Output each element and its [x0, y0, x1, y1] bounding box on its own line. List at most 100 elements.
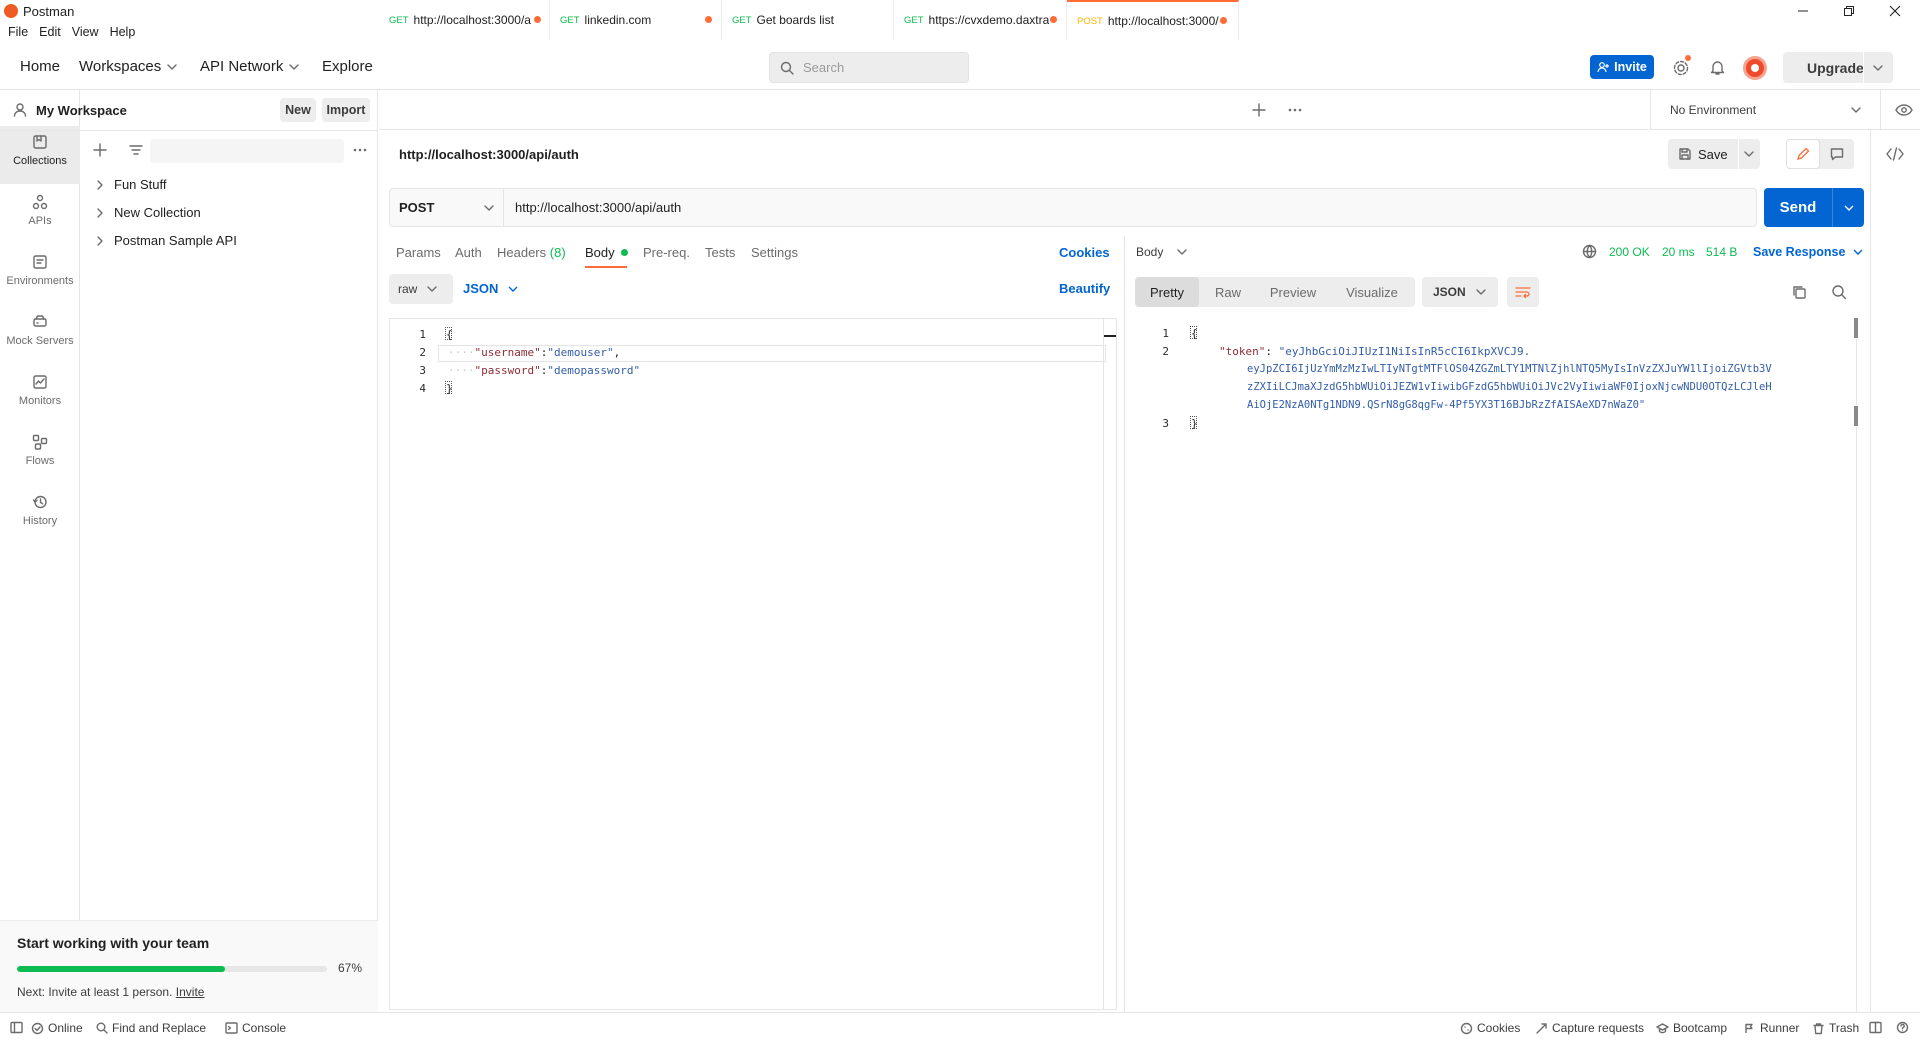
settings-button[interactable] [1672, 55, 1691, 77]
toggle-sidebar-button[interactable] [10, 1021, 23, 1034]
cookies-link[interactable]: Cookies [1059, 245, 1110, 260]
view-pretty[interactable]: Pretty [1135, 277, 1199, 307]
send-button[interactable]: Send [1764, 188, 1864, 227]
tab-auth[interactable]: Auth [455, 245, 482, 260]
tab-headers[interactable]: Headers (8) [497, 245, 566, 260]
team-progress-fill [17, 966, 225, 972]
collection-search-input[interactable] [150, 139, 344, 163]
view-raw[interactable]: Raw [1203, 277, 1253, 307]
editor-scrollbar-track[interactable] [1103, 319, 1104, 1009]
response-format-selector[interactable]: JSON [1422, 277, 1498, 307]
nav-home[interactable]: Home [20, 58, 60, 75]
rail-collections[interactable]: Collections [0, 126, 80, 184]
find-replace-button[interactable]: Find and Replace [96, 1021, 206, 1035]
rail-history[interactable]: History [0, 486, 80, 544]
filter-button[interactable] [129, 143, 143, 157]
body-mode-selector[interactable]: raw [389, 274, 453, 304]
rail-environments[interactable]: Environments [0, 246, 80, 304]
rail-mock-servers[interactable]: Mock Servers [0, 306, 80, 364]
code-brace-open: { [446, 328, 453, 341]
url-input[interactable]: http://localhost:3000/api/auth [515, 200, 681, 215]
tab-settings[interactable]: Settings [751, 245, 798, 260]
capture-requests-button[interactable]: Capture requests [1535, 1021, 1644, 1035]
response-scrollbar-thumb[interactable] [1854, 318, 1858, 338]
workspace-name[interactable]: My Workspace [36, 103, 127, 118]
body-language-selector[interactable]: JSON [463, 281, 518, 296]
upgrade-button[interactable]: Upgrade [1783, 52, 1893, 83]
view-preview[interactable]: Preview [1257, 277, 1329, 307]
search-icon [96, 1022, 108, 1034]
response-time[interactable]: 20 ms [1662, 245, 1695, 259]
nav-api-network[interactable]: API Network [200, 58, 300, 75]
tab-tests[interactable]: Tests [705, 245, 735, 260]
save-response-button[interactable]: Save Response [1753, 245, 1863, 259]
help-button[interactable] [1896, 1021, 1909, 1034]
wrap-lines-button[interactable] [1507, 277, 1539, 307]
collection-item[interactable]: Fun Stuff [96, 177, 167, 192]
search-response-button[interactable] [1831, 284, 1847, 300]
chevron-down-icon[interactable] [1844, 203, 1854, 213]
online-status[interactable]: Online [31, 1021, 83, 1035]
network-info-button[interactable] [1582, 244, 1597, 259]
invite-button[interactable]: Invite [1590, 55, 1654, 79]
request-name[interactable]: http://localhost:3000/api/auth [399, 147, 579, 162]
tab-options-button[interactable] [1287, 104, 1303, 116]
nav-workspaces[interactable]: Workspaces [79, 58, 177, 75]
add-collection-button[interactable] [93, 143, 107, 157]
request-tab[interactable]: GET linkedin.com [550, 0, 722, 40]
new-tab-button[interactable] [1252, 103, 1266, 117]
view-visualize[interactable]: Visualize [1332, 277, 1412, 307]
rail-apis[interactable]: APIs [0, 186, 80, 244]
console-button[interactable]: Console [225, 1021, 286, 1035]
runner-button[interactable]: Runner [1743, 1021, 1799, 1035]
request-tab-active[interactable]: POST http://localhost:3000/ [1067, 0, 1239, 40]
collection-item[interactable]: New Collection [96, 205, 201, 220]
search-input[interactable]: Search [769, 52, 969, 83]
response-body-viewer[interactable]: 1 2 3 { "token": "eyJhbGciOiJIUzI1NiIsIn… [1124, 318, 1870, 1012]
menu-help[interactable]: Help [110, 22, 141, 44]
comment-mode-button[interactable] [1820, 139, 1854, 169]
nav-explore[interactable]: Explore [322, 58, 373, 75]
eye-icon[interactable] [1895, 103, 1913, 117]
filter-icon [129, 145, 143, 155]
request-tab[interactable]: GET http://localhost:3000/a [379, 0, 550, 40]
beautify-button[interactable]: Beautify [1059, 281, 1110, 296]
menu-view[interactable]: View [72, 22, 104, 44]
close-window-button[interactable] [1872, 0, 1918, 22]
notifications-button[interactable] [1709, 59, 1726, 76]
copy-response-button[interactable] [1791, 284, 1807, 300]
more-options-button[interactable] [352, 143, 368, 157]
tab-body[interactable]: Body [585, 245, 629, 260]
bootcamp-button[interactable]: Bootcamp [1656, 1021, 1727, 1035]
trash-button[interactable]: Trash [1812, 1021, 1859, 1035]
code-line-password: ····"password":"demopassword" [448, 364, 641, 377]
response-section-selector[interactable]: Body [1136, 245, 1188, 259]
chevron-down-icon[interactable] [1744, 149, 1754, 159]
code-snippet-button[interactable] [1886, 147, 1904, 161]
collection-item[interactable]: Postman Sample API [96, 233, 237, 248]
tab-params[interactable]: Params [396, 245, 441, 260]
rail-flows[interactable]: Flows [0, 426, 80, 484]
cookies-status-button[interactable]: Cookies [1460, 1021, 1520, 1035]
request-tab[interactable]: GET https://cvxdemo.daxtra [894, 0, 1067, 40]
rail-monitors[interactable]: Monitors [0, 366, 80, 424]
edit-mode-button[interactable] [1786, 139, 1820, 169]
chevron-down-icon[interactable] [1873, 63, 1883, 73]
menu-edit[interactable]: Edit [39, 22, 66, 44]
import-button[interactable]: Import [322, 98, 370, 122]
tab-prereq[interactable]: Pre-req. [643, 245, 690, 260]
menu-file[interactable]: File [8, 22, 33, 44]
request-body-editor[interactable]: 1 2 3 4 { ····"username":"demouser", ···… [389, 318, 1117, 1010]
method-selector[interactable]: POST [390, 189, 504, 226]
layout-button[interactable] [1869, 1021, 1882, 1034]
response-status[interactable]: 200 OK [1609, 245, 1650, 259]
response-size[interactable]: 514 B [1706, 245, 1737, 259]
minimize-button[interactable] [1780, 0, 1826, 22]
avatar[interactable] [1743, 56, 1767, 80]
request-tab[interactable]: GET Get boards list [722, 0, 894, 40]
restore-button[interactable] [1826, 0, 1872, 22]
team-invite-link[interactable]: Invite [176, 985, 205, 999]
environment-selector[interactable]: No Environment [1650, 90, 1920, 130]
new-button[interactable]: New [280, 98, 316, 122]
save-button[interactable]: Save [1668, 139, 1760, 169]
